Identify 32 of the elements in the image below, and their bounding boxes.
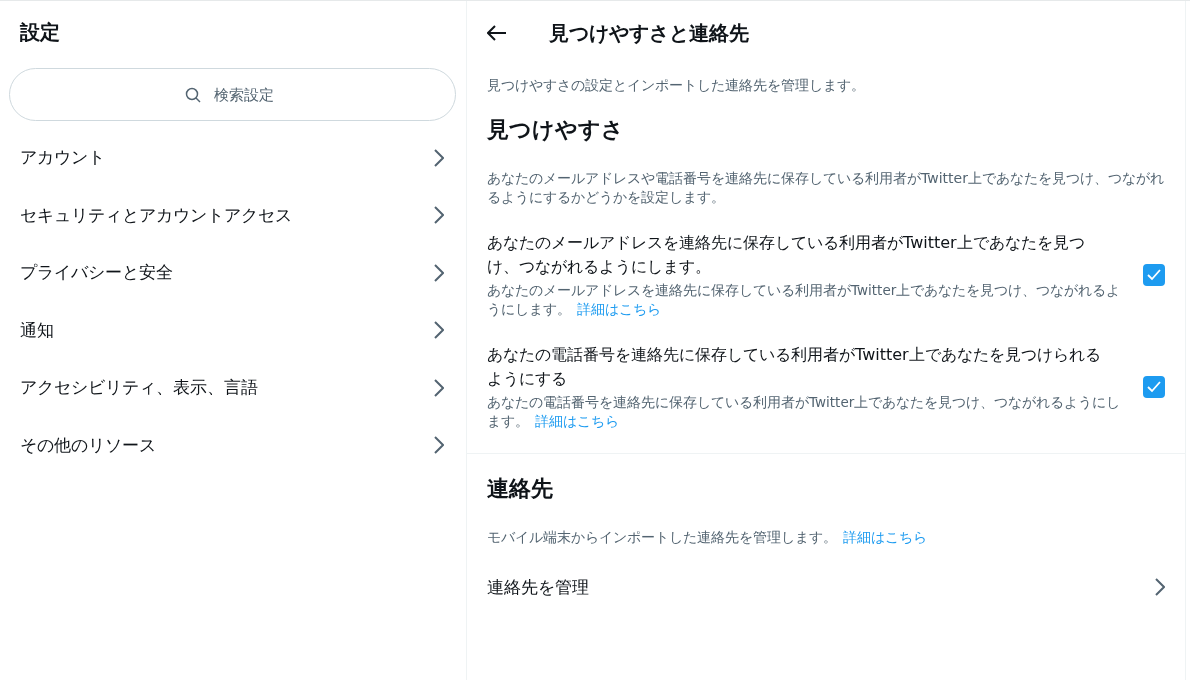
chevron-icon bbox=[434, 206, 444, 225]
chevron-icon bbox=[434, 321, 444, 340]
settings-menu-item[interactable]: アカウント bbox=[0, 129, 466, 187]
chevron-icon bbox=[434, 378, 444, 397]
page-title: 見つけやすさと連絡先 bbox=[549, 19, 749, 47]
settings-menu-item[interactable]: プライバシーと安全 bbox=[0, 244, 466, 302]
settings-row[interactable]: 連絡先を管理 bbox=[467, 559, 1185, 615]
settings-menu-item[interactable]: アクセシビリティ、表示、言語 bbox=[0, 359, 466, 417]
chevron-icon bbox=[1155, 578, 1165, 596]
section-description: モバイル端末からインポートした連絡先を管理します。 詳細はこちら bbox=[486, 528, 928, 547]
option-label: あなたの電話番号を連絡先に保存している利用者がTwitter上であなたを見つけられるようにする bbox=[487, 344, 1102, 390]
settings-menu-item[interactable]: セキュリティとアカウントアクセス bbox=[0, 186, 466, 244]
chevron-icon bbox=[434, 148, 444, 167]
option-label: あなたのメールアドレスを連絡先に保存している利用者がTwitter上であなたを見つけ、つながれるようにします。 bbox=[487, 232, 1086, 278]
settings-menu-item[interactable]: その他のリソース bbox=[0, 416, 466, 474]
search-icon bbox=[185, 87, 201, 103]
settings-menu-item[interactable]: 通知 bbox=[0, 301, 466, 359]
check-icon bbox=[1147, 381, 1161, 393]
option-help-text: あなたのメールアドレスを連絡先に保存している利用者がTwitter上であなたを見つけ、つながれるようにします。 詳細はこちら bbox=[487, 281, 1122, 319]
chevron-icon bbox=[434, 263, 444, 282]
sidebar-title: 設定 bbox=[19, 19, 61, 46]
search-field[interactable]: 検索設定 bbox=[9, 68, 456, 121]
section-description: あなたのメールアドレスや電話番号を連絡先に保存している利用者がTwitter上であなたを見つけ、つながれるようにするかどうかを設定します。 bbox=[486, 169, 1165, 207]
checkbox[interactable] bbox=[1143, 264, 1165, 286]
section-title: 見つけやすさ bbox=[486, 116, 625, 144]
page-description: 見つけやすさの設定とインポートした連絡先を管理します。 bbox=[487, 77, 866, 95]
check-icon bbox=[1147, 269, 1161, 281]
chevron-icon bbox=[434, 436, 444, 455]
back-button[interactable] bbox=[487, 25, 507, 41]
checkbox[interactable] bbox=[1143, 376, 1165, 398]
option-help-text: あなたの電話番号を連絡先に保存している利用者がTwitter上であなたを見つけ、つながれるようにします。 詳細はこちら bbox=[487, 393, 1122, 431]
section-title: 連絡先 bbox=[486, 475, 554, 503]
